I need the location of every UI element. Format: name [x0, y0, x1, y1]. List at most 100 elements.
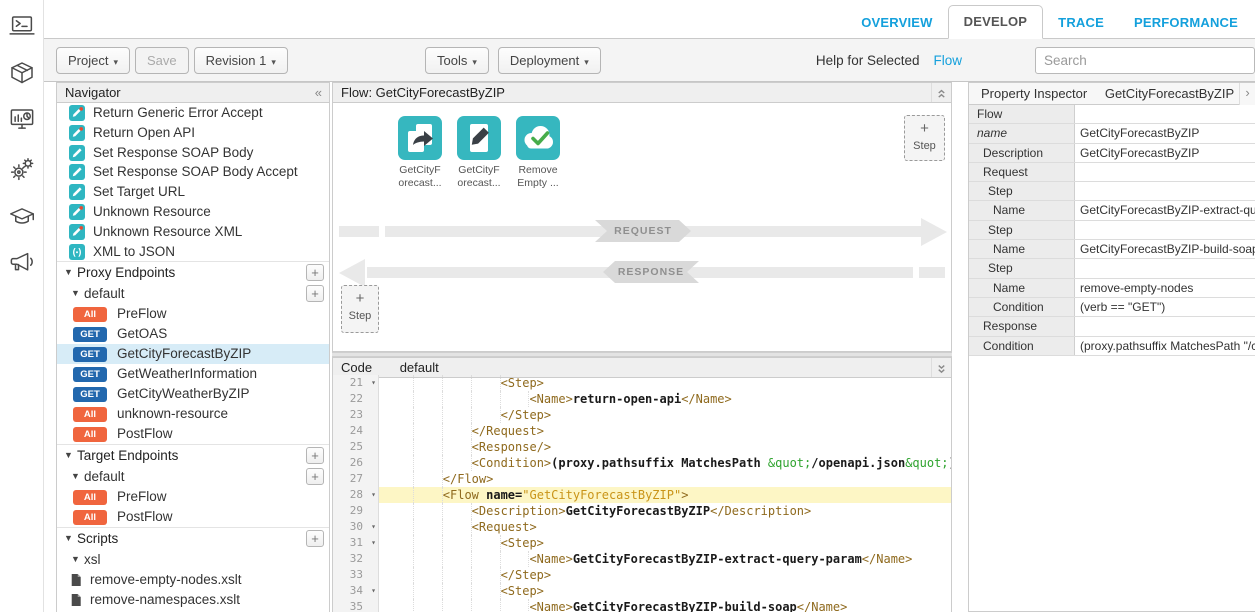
fold-toggle-icon[interactable]: ▾	[371, 375, 376, 391]
announcements-megaphone-icon[interactable]	[7, 248, 37, 278]
endpoint-getcityweatherbyzip[interactable]: GETGetCityWeatherByZIP	[57, 384, 329, 404]
flow-step-assign-message[interactable]: GetCityForecast...	[454, 116, 504, 190]
code-line-34[interactable]: 34▾ <Step>	[333, 583, 951, 599]
collapse-panel-icon[interactable]: «	[315, 83, 322, 102]
fold-toggle-icon[interactable]: ▾	[371, 487, 376, 503]
revision-button[interactable]: Revision 1▾	[194, 47, 288, 74]
add-step-button[interactable]: + Step	[904, 115, 945, 161]
indent-guide	[472, 535, 501, 551]
script-file[interactable]: remove-namespaces.xslt	[57, 590, 329, 610]
add-target-endpoints-button[interactable]: +	[306, 447, 324, 464]
fold-toggle-icon[interactable]: ▾	[371, 583, 376, 599]
policy-item[interactable]: Set Response SOAP Body	[57, 143, 329, 163]
add-scripts-button[interactable]: +	[306, 530, 324, 547]
endpoint-getcityforecastbyzip[interactable]: GETGetCityForecastByZIP	[57, 344, 329, 364]
group-proxy-default[interactable]: ▼default+	[57, 283, 329, 304]
fold-toggle-icon[interactable]: ▾	[371, 519, 376, 535]
tab-develop[interactable]: DEVELOP	[948, 5, 1044, 39]
property-value[interactable]: remove-empty-nodes	[1075, 279, 1255, 297]
code-line-32[interactable]: 32 <Name>GetCityForecastByZIP-extract-qu…	[333, 551, 951, 567]
property-value[interactable]: GetCityForecastByZIP-extract-query-param	[1075, 201, 1255, 219]
collapse-right-icon[interactable]: ›	[1239, 83, 1255, 105]
code-editor[interactable]: 21▾ <Step>22 <Name>return-open-api</Name…	[333, 375, 951, 612]
code-line-24[interactable]: 24 </Request>	[333, 423, 951, 439]
property-value[interactable]: GetCityForecastByZIP	[1075, 144, 1255, 162]
endpoint-getoas[interactable]: GETGetOAS	[57, 324, 329, 344]
flow-step-xsl-transform[interactable]: RemoveEmpty ...	[513, 116, 563, 190]
policy-item[interactable]: Set Target URL	[57, 182, 329, 202]
code-line-28[interactable]: 28▾ <Flow name="GetCityForecastByZIP">	[333, 487, 951, 503]
endpoint-getweatherinformation[interactable]: GETGetWeatherInformation	[57, 364, 329, 384]
triangle-down-icon[interactable]: ▼	[71, 549, 80, 570]
tab-trace[interactable]: TRACE	[1043, 7, 1119, 39]
api-proxy-box-icon[interactable]	[7, 59, 37, 89]
fold-toggle-icon[interactable]: ▾	[371, 535, 376, 551]
property-value[interactable]	[1075, 182, 1255, 200]
section-proxy-endpoints[interactable]: ▼Proxy Endpoints+	[57, 261, 329, 283]
admin-gears-icon[interactable]	[7, 154, 37, 184]
property-value[interactable]: GetCityForecastByZIP	[1075, 124, 1255, 142]
endpoint-preflow[interactable]: AllPreFlow	[57, 304, 329, 324]
triangle-down-icon[interactable]: ▼	[64, 262, 73, 283]
code-line-30[interactable]: 30▾ <Request>	[333, 519, 951, 535]
indent-guide	[414, 535, 443, 551]
group-target-default[interactable]: ▼default+	[57, 466, 329, 487]
code-line-31[interactable]: 31▾ <Step>	[333, 535, 951, 551]
property-value[interactable]	[1075, 259, 1255, 277]
add-target-default-button[interactable]: +	[306, 468, 324, 485]
code-tab-default[interactable]: default	[400, 360, 439, 375]
flow-step-extract-variables[interactable]: GetCityForecast...	[395, 116, 445, 190]
line-number: 32	[333, 551, 379, 567]
tab-performance[interactable]: PERFORMANCE	[1119, 7, 1253, 39]
code-line-29[interactable]: 29 <Description>GetCityForecastByZIP</De…	[333, 503, 951, 519]
property-value[interactable]: (verb == "GET")	[1075, 298, 1255, 316]
policy-item[interactable]: Return Open API	[57, 123, 329, 143]
add-proxy-default-button[interactable]: +	[306, 285, 324, 302]
search-input[interactable]	[1035, 47, 1255, 74]
section-target-endpoints[interactable]: ▼Target Endpoints+	[57, 444, 329, 466]
section-scripts[interactable]: ▼Scripts+	[57, 527, 329, 549]
code-line-22[interactable]: 22 <Name>return-open-api</Name>	[333, 391, 951, 407]
property-value[interactable]	[1075, 163, 1255, 181]
learn-graduation-cap-icon[interactable]	[7, 202, 37, 232]
property-value[interactable]	[1075, 317, 1255, 335]
script-file[interactable]: remove-empty-nodes.xslt	[57, 570, 329, 590]
policy-item[interactable]: Set Response SOAP Body Accept	[57, 162, 329, 182]
help-flow-link[interactable]: Flow	[933, 53, 962, 68]
tools-button[interactable]: Tools▾	[425, 47, 489, 74]
tab-overview[interactable]: OVERVIEW	[846, 7, 947, 39]
code-line-23[interactable]: 23 </Step>	[333, 407, 951, 423]
triangle-down-icon[interactable]: ▼	[64, 445, 73, 466]
property-value[interactable]: (proxy.pathsuffix MatchesPath "/c	[1075, 337, 1255, 355]
policy-item[interactable]: Unknown Resource XML	[57, 222, 329, 242]
policy-item[interactable]: ()XML to JSON	[57, 242, 329, 262]
triangle-down-icon[interactable]: ▼	[64, 528, 73, 549]
method-badge: All	[73, 427, 107, 442]
collapse-up-icon[interactable]	[931, 83, 951, 103]
endpoint-preflow[interactable]: AllPreFlow	[57, 487, 329, 507]
code-line-27[interactable]: 27 </Flow>	[333, 471, 951, 487]
endpoint-unknown-resource[interactable]: Allunknown-resource	[57, 404, 329, 424]
code-line-25[interactable]: 25 <Response/>	[333, 439, 951, 455]
endpoint-postflow[interactable]: AllPostFlow	[57, 424, 329, 444]
code-line-26[interactable]: 26 <Condition>(proxy.pathsuffix MatchesP…	[333, 455, 951, 471]
save-button[interactable]: Save	[135, 47, 189, 74]
group-xsl[interactable]: ▼xsl	[57, 549, 329, 570]
analytics-monitor-icon[interactable]	[7, 105, 37, 135]
code-line-33[interactable]: 33 </Step>	[333, 567, 951, 583]
property-value[interactable]	[1075, 221, 1255, 239]
triangle-down-icon[interactable]: ▼	[71, 283, 80, 304]
add-proxy-endpoints-button[interactable]: +	[306, 264, 324, 281]
code-line-21[interactable]: 21▾ <Step>	[333, 375, 951, 391]
project-button[interactable]: Project▾	[56, 47, 130, 74]
add-step-button[interactable]: + Step	[341, 285, 379, 333]
terminal-laptop-icon[interactable]	[7, 12, 37, 42]
deployment-button[interactable]: Deployment▾	[498, 47, 601, 74]
property-value[interactable]: GetCityForecastByZIP-build-soap	[1075, 240, 1255, 258]
code-line-35[interactable]: 35 <Name>GetCityForecastByZIP-build-soap…	[333, 599, 951, 612]
policy-item[interactable]: Unknown Resource	[57, 202, 329, 222]
triangle-down-icon[interactable]: ▼	[71, 466, 80, 487]
property-value[interactable]	[1075, 105, 1255, 123]
policy-item[interactable]: Return Generic Error Accept	[57, 103, 329, 123]
endpoint-postflow[interactable]: AllPostFlow	[57, 507, 329, 527]
